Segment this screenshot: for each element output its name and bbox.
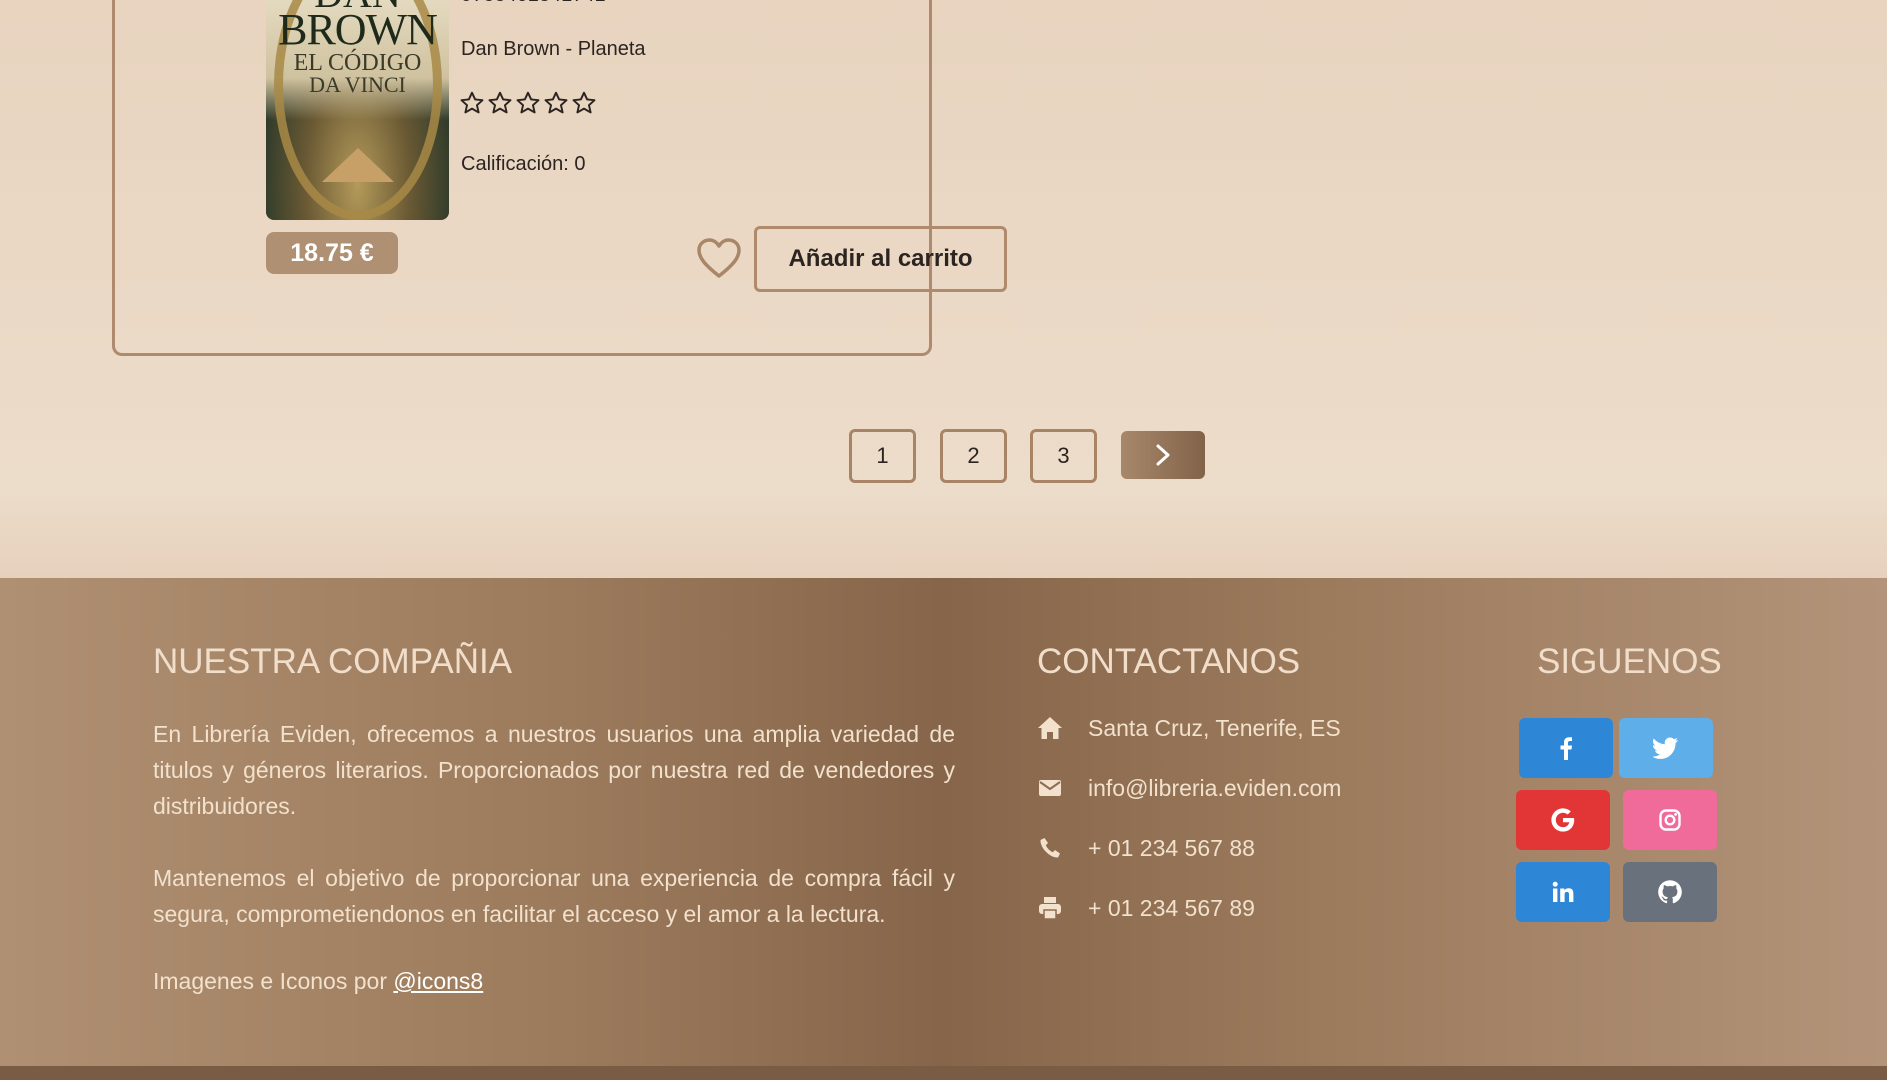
pagination-page-2[interactable]: 2 (940, 429, 1007, 483)
contact-fax: + 01 234 567 89 (1036, 894, 1255, 922)
contact-address-text: Santa Cruz, Tenerife, ES (1088, 714, 1341, 741)
star-outline-icon[interactable] (459, 90, 485, 116)
pagination-next-button[interactable] (1121, 431, 1205, 479)
instagram-icon (1659, 809, 1681, 831)
pagination-page-3[interactable]: 3 (1030, 429, 1097, 483)
cover-pyramid (322, 148, 394, 182)
cover-text-line: BROWN (278, 5, 438, 54)
book-isbn: 9788401341741 (461, 0, 606, 7)
star-outline-icon[interactable] (515, 90, 541, 116)
home-icon (1036, 714, 1064, 742)
google-icon (1551, 808, 1575, 832)
contact-address: Santa Cruz, Tenerife, ES (1036, 714, 1341, 742)
star-outline-icon[interactable] (487, 90, 513, 116)
book-author-publisher: Dan Brown - Planeta (461, 38, 646, 60)
company-heading: NUESTRA COMPAÑIA (153, 642, 513, 681)
contact-heading: CONTACTANOS (1037, 642, 1301, 681)
site-footer: NUESTRA COMPAÑIA En Librería Eviden, ofr… (0, 578, 1887, 1066)
facebook-icon (1560, 737, 1572, 760)
linkedin-button[interactable] (1516, 862, 1610, 922)
contact-phone: + 01 234 567 88 (1036, 834, 1255, 862)
contact-email-text[interactable]: info@libreria.eviden.com (1088, 775, 1341, 802)
footer-bottom-bar (0, 1066, 1887, 1080)
twitter-icon (1653, 737, 1678, 759)
add-to-cart-button[interactable]: Añadir al carrito (754, 226, 1007, 292)
chevron-right-icon (1156, 444, 1170, 466)
book-cover-image[interactable]: DAN BROWN EL CÓDIGO DA VINCI (266, 0, 449, 220)
contact-fax-text: + 01 234 567 89 (1088, 894, 1255, 921)
printer-icon (1036, 894, 1064, 922)
contact-email: info@libreria.eviden.com (1036, 774, 1341, 802)
cover-text-line: DA VINCI (309, 72, 406, 97)
star-outline-icon[interactable] (571, 90, 597, 116)
icons8-link[interactable]: @icons8 (393, 968, 483, 994)
google-button[interactable] (1516, 790, 1610, 850)
rating-stars[interactable] (459, 90, 597, 116)
twitter-button[interactable] (1619, 718, 1713, 778)
instagram-button[interactable] (1623, 790, 1717, 850)
company-paragraph: En Librería Eviden, ofrecemos a nuestros… (153, 721, 955, 819)
price-badge: 18.75 € (266, 232, 398, 274)
pagination-page-1[interactable]: 1 (849, 429, 916, 483)
star-outline-icon[interactable] (543, 90, 569, 116)
facebook-button[interactable] (1519, 718, 1613, 778)
github-button[interactable] (1623, 862, 1717, 922)
credits-text: Imagenes e Iconos por @icons8 (153, 968, 483, 995)
linkedin-icon (1552, 881, 1574, 902)
main-content: DAN BROWN EL CÓDIGO DA VINCI 97884013417… (0, 0, 1887, 578)
company-paragraph: Mantenemos el objetivo de proporcionar u… (153, 865, 955, 927)
envelope-icon (1036, 774, 1064, 802)
follow-heading: SIGUENOS (1537, 642, 1722, 681)
phone-icon (1036, 834, 1064, 862)
credits-prefix: Imagenes e Iconos por (153, 968, 387, 994)
book-card: DAN BROWN EL CÓDIGO DA VINCI 97884013417… (112, 0, 1007, 356)
heart-favorite-icon[interactable] (695, 236, 743, 280)
github-icon (1658, 880, 1682, 904)
contact-phone-text: + 01 234 567 88 (1088, 834, 1255, 861)
rating-label: Calificación: 0 (461, 153, 586, 175)
cover-text-line: EL CÓDIGO (293, 50, 422, 76)
